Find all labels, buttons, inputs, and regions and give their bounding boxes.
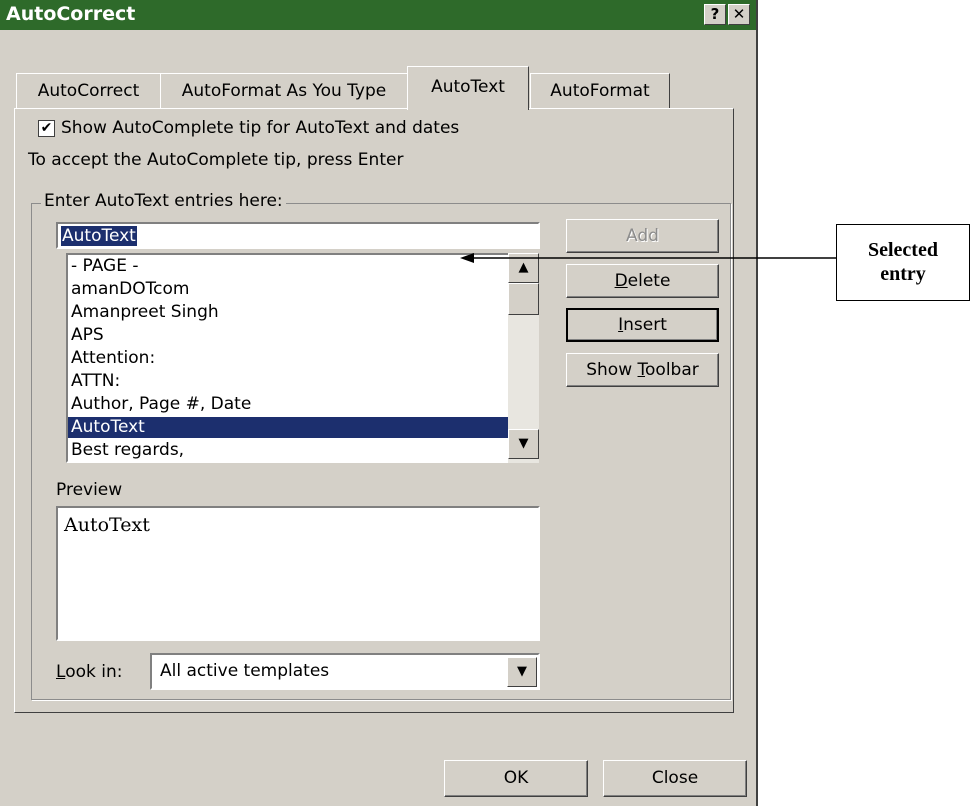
list-item[interactable]: - PAGE - [71, 256, 139, 277]
scroll-down-icon[interactable]: ▼ [508, 429, 539, 459]
close-button[interactable]: Close [603, 760, 747, 797]
list-item[interactable]: Attention: [71, 348, 155, 369]
entry-input-selected-text: AutoText [61, 226, 137, 246]
look-in-combobox[interactable]: All active templates ▼ [150, 653, 540, 690]
scroll-thumb[interactable] [508, 283, 539, 315]
window-title: AutoCorrect [6, 3, 136, 25]
show-toolbar-button[interactable]: Show Toolbar [566, 353, 719, 387]
close-window-button[interactable]: ✕ [728, 4, 750, 25]
list-item[interactable]: Best regards, [71, 440, 184, 461]
show-autocomplete-checkbox[interactable]: ✔ [38, 120, 55, 137]
help-button[interactable]: ? [704, 4, 726, 25]
look-in-label: Look in: [56, 662, 123, 682]
list-scrollbar[interactable]: ▲ ▼ [508, 253, 539, 463]
list-item[interactable]: Amanpreet Singh [71, 302, 219, 323]
insert-button[interactable]: Insert [566, 308, 719, 342]
annotation-callout: Selected entry [836, 224, 970, 301]
tab-autotext[interactable]: AutoText [407, 66, 529, 110]
callout-line-2: entry [880, 263, 926, 285]
accept-hint-text: To accept the AutoComplete tip, press En… [28, 150, 404, 170]
callout-line-1: Selected [868, 239, 938, 261]
tab-autoformat-as-you-type[interactable]: AutoFormat As You Type [160, 73, 408, 109]
entries-group-label: Enter AutoText entries here: [41, 191, 286, 211]
preview-label: Preview [56, 480, 123, 500]
autotext-entries-list[interactable]: - PAGE - amanDOTcom Amanpreet Singh APS … [66, 253, 539, 463]
list-item[interactable]: APS [71, 325, 104, 346]
delete-button[interactable]: Delete [566, 264, 719, 298]
list-item-selected[interactable]: AutoText [68, 417, 508, 438]
look-in-value: All active templates [160, 661, 330, 681]
annotation-arrow [460, 253, 836, 263]
show-autocomplete-label[interactable]: Show AutoComplete tip for AutoText and d… [61, 118, 459, 138]
list-item[interactable]: ATTN: [71, 371, 120, 392]
autotext-entry-input[interactable]: AutoText [56, 222, 540, 249]
list-item[interactable]: amanDOTcom [71, 279, 189, 300]
preview-box: AutoText [56, 506, 540, 641]
tab-autoformat[interactable]: AutoFormat [530, 73, 670, 109]
ok-button[interactable]: OK [444, 760, 588, 797]
tab-autocorrect[interactable]: AutoCorrect [16, 73, 161, 109]
chevron-down-icon[interactable]: ▼ [507, 657, 537, 687]
list-item[interactable]: Author, Page #, Date [71, 394, 251, 415]
